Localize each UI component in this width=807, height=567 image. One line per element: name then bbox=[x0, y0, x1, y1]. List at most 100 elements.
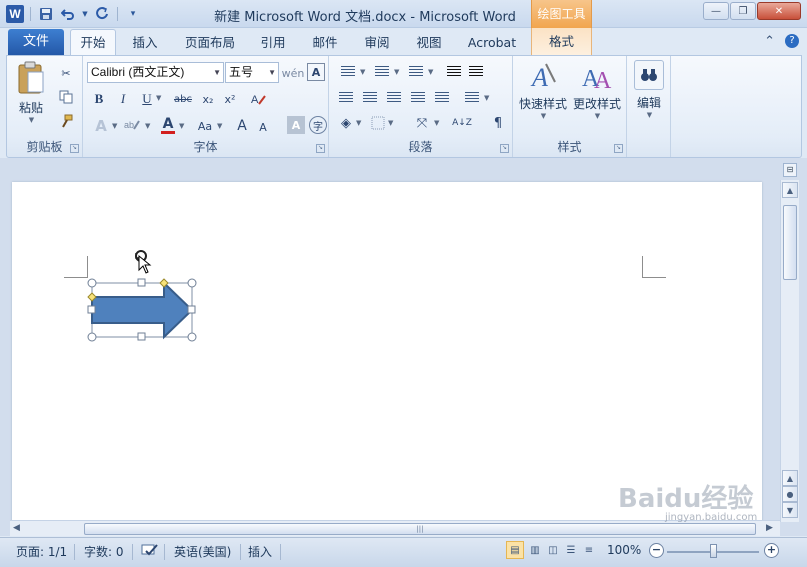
tab-page-layout[interactable]: 页面布局 bbox=[180, 32, 240, 54]
font-color-icon[interactable]: A bbox=[159, 114, 177, 136]
font-name-combo[interactable]: Calibri (西文正文) ▼ bbox=[87, 62, 224, 83]
phonetic-guide-icon[interactable]: wén bbox=[282, 63, 305, 83]
word-count[interactable]: 字数: 0 bbox=[84, 543, 124, 560]
scroll-up-page-icon[interactable]: ▲ bbox=[782, 470, 798, 486]
line-spacing-dropdown-icon[interactable]: ▼ bbox=[484, 94, 489, 102]
page-count[interactable]: 页面: 1/1 bbox=[16, 543, 67, 560]
paste-dropdown-icon[interactable]: ▼ bbox=[12, 116, 51, 124]
minimize-button[interactable]: — bbox=[703, 2, 729, 20]
line-spacing-icon[interactable] bbox=[461, 90, 483, 106]
view-ruler-icon[interactable]: ⊟ bbox=[783, 163, 797, 177]
font-name-dropdown-icon[interactable]: ▼ bbox=[213, 63, 221, 82]
numbering-dropdown-icon[interactable]: ▼ bbox=[394, 68, 399, 76]
zoom-slider-knob[interactable] bbox=[710, 544, 717, 558]
minimize-ribbon-icon[interactable]: ⌃ bbox=[764, 34, 775, 49]
grow-font-button[interactable]: A bbox=[233, 116, 251, 136]
proofing-icon[interactable] bbox=[141, 543, 159, 560]
change-styles-button[interactable]: AA 更改样式 ▼ bbox=[571, 60, 623, 120]
zoom-in-button[interactable]: + bbox=[764, 543, 779, 558]
tab-view[interactable]: 视图 bbox=[410, 32, 448, 54]
format-painter-icon[interactable] bbox=[57, 112, 75, 130]
font-size-dropdown-icon[interactable]: ▼ bbox=[268, 63, 276, 82]
styles-launcher-icon[interactable]: ↘ bbox=[614, 144, 623, 153]
bullets-dropdown-icon[interactable]: ▼ bbox=[360, 68, 365, 76]
text-effects-icon[interactable]: A bbox=[91, 116, 111, 136]
scroll-up-icon[interactable]: ▲ bbox=[782, 182, 798, 198]
zoom-out-button[interactable]: − bbox=[649, 543, 664, 558]
strikethrough-button[interactable]: abc bbox=[171, 90, 195, 108]
full-screen-reading-icon[interactable]: ▥ bbox=[526, 541, 544, 559]
insert-mode-indicator[interactable]: 插入 bbox=[248, 543, 272, 560]
tab-home[interactable]: 开始 bbox=[70, 29, 116, 56]
cut-icon[interactable]: ✂ bbox=[57, 64, 75, 82]
change-styles-dropdown-icon[interactable]: ▼ bbox=[572, 112, 623, 120]
change-case-dropdown-icon[interactable]: ▼ bbox=[217, 122, 222, 130]
justify-icon[interactable] bbox=[409, 90, 427, 106]
font-color-dropdown-icon[interactable]: ▼ bbox=[179, 122, 184, 130]
bold-button[interactable]: B bbox=[91, 90, 107, 108]
tab-review[interactable]: 审阅 bbox=[358, 32, 396, 54]
editing-button[interactable]: 编辑 ▼ bbox=[631, 60, 667, 119]
text-effects-dropdown-icon[interactable]: ▼ bbox=[112, 122, 117, 130]
tab-mailings[interactable]: 邮件 bbox=[306, 32, 344, 54]
tab-format[interactable]: 格式 bbox=[531, 28, 592, 55]
subscript-button[interactable]: x₂ bbox=[199, 90, 217, 108]
distributed-icon[interactable] bbox=[433, 90, 451, 106]
shading-dropdown-icon[interactable]: ▼ bbox=[356, 119, 361, 127]
shading-icon[interactable]: ◈ bbox=[337, 114, 355, 132]
clipboard-launcher-icon[interactable]: ↘ bbox=[70, 144, 79, 153]
outline-view-icon[interactable]: ☰ bbox=[562, 541, 580, 559]
quick-styles-dropdown-icon[interactable]: ▼ bbox=[518, 112, 569, 120]
tab-insert[interactable]: 插入 bbox=[124, 32, 166, 54]
restore-button[interactable]: ❐ bbox=[730, 2, 756, 20]
show-formatting-marks-icon[interactable]: ¶ bbox=[489, 114, 507, 132]
align-center-icon[interactable] bbox=[361, 90, 379, 106]
multilevel-list-icon[interactable] bbox=[405, 64, 427, 80]
right-arrow-body[interactable] bbox=[91, 280, 194, 340]
align-left-icon[interactable] bbox=[337, 90, 355, 106]
draft-view-icon[interactable]: ≡ bbox=[580, 541, 598, 559]
scroll-left-icon[interactable]: ◀ bbox=[13, 523, 20, 533]
sort-icon[interactable]: A↓Z bbox=[452, 114, 472, 132]
editing-dropdown-icon[interactable]: ▼ bbox=[632, 111, 667, 119]
chinese-layout-icon[interactable]: ⤧ bbox=[411, 114, 433, 132]
font-size-combo[interactable]: 五号 ▼ bbox=[225, 62, 279, 83]
vertical-scrollbar[interactable]: ▲ ▲ ● ▼ bbox=[780, 180, 799, 522]
character-border-icon[interactable]: A bbox=[307, 63, 325, 81]
paste-button[interactable]: 粘贴 ▼ bbox=[11, 60, 51, 124]
italic-button[interactable]: I bbox=[115, 90, 131, 108]
tab-file[interactable]: 文件 bbox=[8, 29, 64, 55]
web-layout-icon[interactable]: ◫ bbox=[544, 541, 562, 559]
vertical-scroll-thumb[interactable] bbox=[783, 205, 797, 280]
paragraph-launcher-icon[interactable]: ↘ bbox=[500, 144, 509, 153]
arrow-shape[interactable] bbox=[84, 246, 204, 344]
browse-object-icon[interactable]: ● bbox=[782, 486, 798, 502]
print-layout-view-icon[interactable]: ▤ bbox=[506, 541, 524, 559]
underline-dropdown-icon[interactable]: ▼ bbox=[156, 94, 161, 102]
zoom-level[interactable]: 100% bbox=[607, 543, 641, 557]
change-case-button[interactable]: Aa bbox=[193, 116, 217, 136]
highlight-color-icon[interactable]: ab bbox=[121, 116, 143, 136]
clear-formatting-icon[interactable]: A bbox=[247, 90, 269, 108]
close-button[interactable]: ✕ bbox=[757, 2, 801, 20]
enclose-characters-icon[interactable]: 字 bbox=[309, 116, 327, 134]
bullets-icon[interactable] bbox=[337, 64, 359, 80]
character-shading-icon[interactable]: A bbox=[287, 116, 305, 134]
tab-references[interactable]: 引用 bbox=[254, 32, 292, 54]
scroll-right-icon[interactable]: ▶ bbox=[766, 523, 773, 533]
scroll-down-page-icon[interactable]: ▼ bbox=[782, 502, 798, 518]
copy-icon[interactable] bbox=[57, 88, 75, 106]
superscript-button[interactable]: x² bbox=[221, 90, 239, 108]
borders-dropdown-icon[interactable]: ▼ bbox=[388, 119, 393, 127]
font-launcher-icon[interactable]: ↘ bbox=[316, 144, 325, 153]
highlight-dropdown-icon[interactable]: ▼ bbox=[145, 122, 150, 130]
shrink-font-button[interactable]: A bbox=[255, 118, 271, 136]
document-page[interactable] bbox=[12, 182, 762, 522]
language-indicator[interactable]: 英语(美国) bbox=[174, 543, 231, 560]
underline-button[interactable]: U bbox=[139, 90, 155, 108]
numbering-icon[interactable] bbox=[371, 64, 393, 80]
help-icon[interactable]: ? bbox=[785, 34, 799, 48]
decrease-indent-icon[interactable] bbox=[445, 64, 463, 80]
align-right-icon[interactable] bbox=[385, 90, 403, 106]
tab-acrobat[interactable]: Acrobat bbox=[462, 32, 522, 54]
